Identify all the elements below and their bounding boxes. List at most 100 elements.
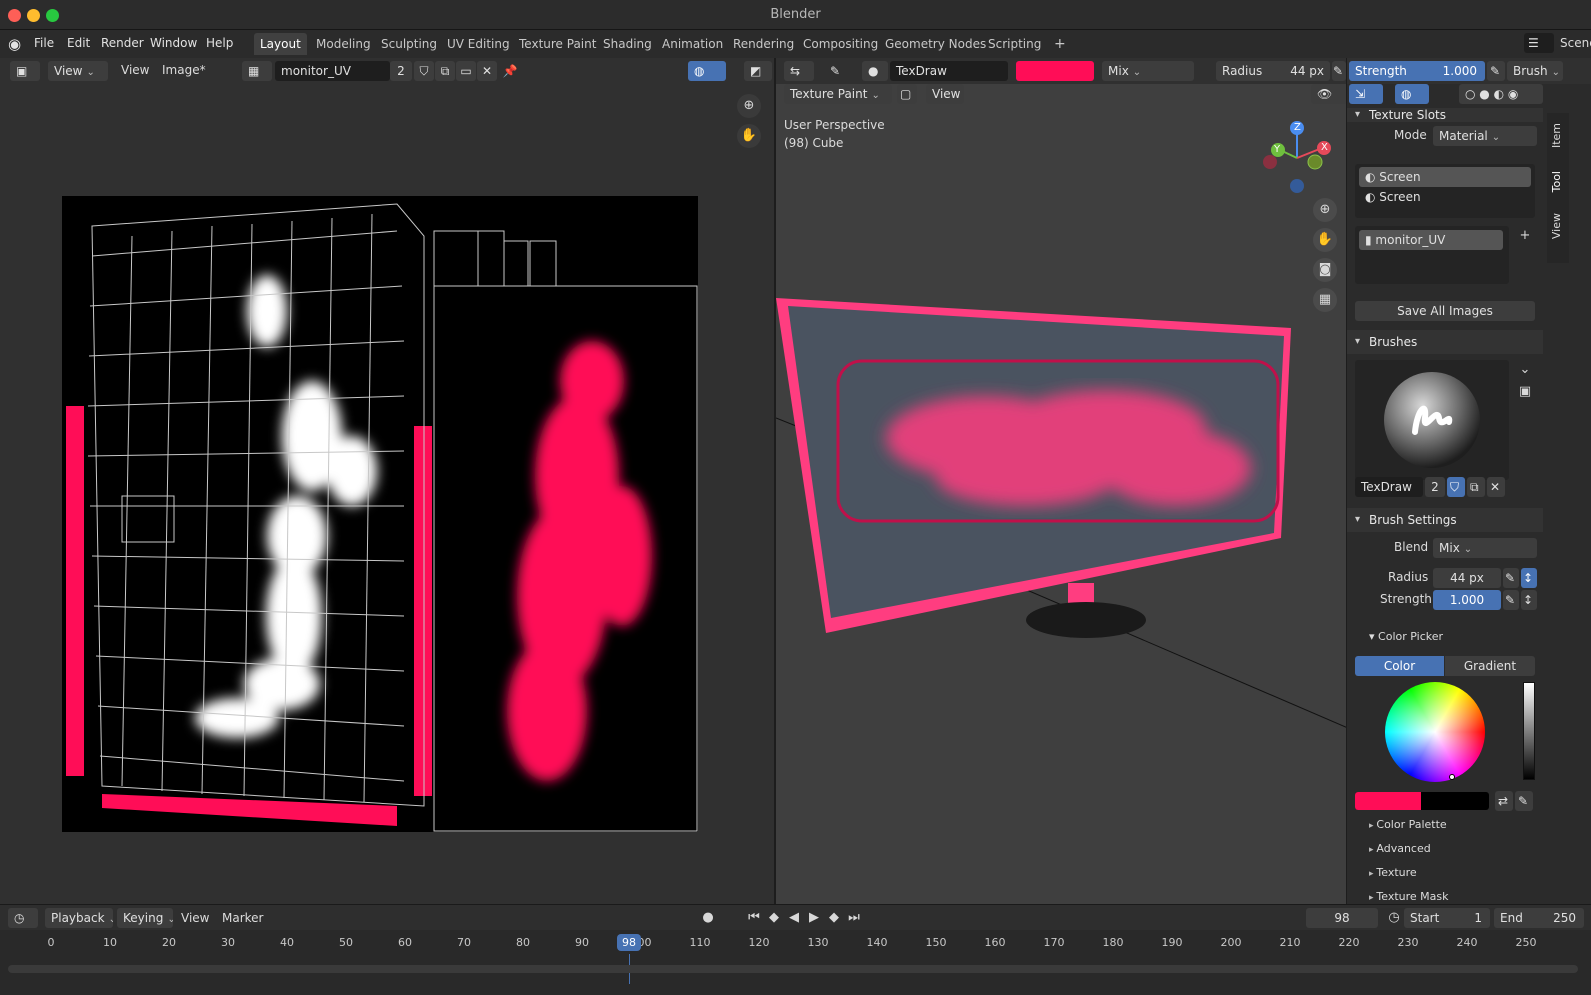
tab-color[interactable]: Color xyxy=(1355,656,1444,676)
value-slider[interactable] xyxy=(1523,682,1535,780)
menu-help[interactable]: Help xyxy=(206,36,233,50)
pan-hand-icon[interactable]: ✋ xyxy=(1313,228,1337,252)
tab-animation[interactable]: Animation xyxy=(656,33,729,55)
tab-tool[interactable]: Tool xyxy=(1550,171,1563,192)
brush-settings-header[interactable]: Brush Settings xyxy=(1347,508,1543,532)
swap-colors-icon[interactable]: ⇄ xyxy=(1495,791,1513,811)
playhead-handle[interactable]: 98 xyxy=(617,934,641,951)
mode-dropdown[interactable]: Texture Paint xyxy=(784,84,892,104)
tab-texture-paint[interactable]: Texture Paint xyxy=(513,33,602,55)
tab-geometry-nodes[interactable]: Geometry Nodes xyxy=(879,33,992,55)
display-channels-icon[interactable]: ◩ xyxy=(744,61,772,81)
image-name-field[interactable]: monitor_UV xyxy=(275,61,390,81)
texture-subpanel[interactable]: Texture xyxy=(1369,866,1416,879)
mode-dropdown[interactable]: Material xyxy=(1433,126,1537,146)
visibility-icon[interactable]: 👁 xyxy=(1311,84,1349,104)
timeline-area[interactable]: 0 10 20 30 40 50 60 70 80 90 100 110 120… xyxy=(0,930,1591,995)
brushes-header[interactable]: Brushes xyxy=(1347,330,1543,354)
gizmo-toggle-icon[interactable]: ⇲ xyxy=(1349,84,1383,104)
editor-type-icon[interactable]: ▣ xyxy=(10,61,40,81)
open-image-icon[interactable]: ▭ xyxy=(456,61,476,81)
strength-field[interactable]: Strength 1.000 xyxy=(1349,61,1485,81)
brush-dropdown-icon[interactable]: ⌄ xyxy=(1515,362,1535,377)
color-wheel[interactable] xyxy=(1385,682,1485,782)
new-image-icon[interactable]: ⧉ xyxy=(435,61,455,81)
brush-color-swatch[interactable] xyxy=(1016,61,1094,81)
timeline-scrollbar[interactable] xyxy=(8,965,1578,973)
blender-logo-icon[interactable]: ◉ xyxy=(8,35,21,53)
strength-pressure-icon[interactable]: ✎ xyxy=(1487,61,1505,81)
tab-shading[interactable]: Shading xyxy=(597,33,658,55)
timeline-editor-icon[interactable]: ◷ xyxy=(8,908,38,928)
radius-pressure-icon[interactable]: ✎ xyxy=(1503,568,1519,588)
tab-uv-editing[interactable]: UV Editing xyxy=(441,33,516,55)
strength-slider[interactable]: 1.000 xyxy=(1433,590,1501,610)
fake-user-shield-icon[interactable]: ⛉ xyxy=(1447,477,1465,497)
zoom-icon[interactable]: ⊕ xyxy=(737,94,761,118)
frame-ruler[interactable]: 0 10 20 30 40 50 60 70 80 90 100 110 120… xyxy=(0,930,1591,954)
list-item[interactable]: ◐ Screen xyxy=(1359,167,1531,187)
overlay-toggle-icon[interactable]: ◍ xyxy=(1395,84,1429,104)
brush-browse-icon[interactable]: ● xyxy=(862,61,888,81)
unlink-image-icon[interactable]: ✕ xyxy=(477,61,497,81)
unlink-brush-icon[interactable]: ✕ xyxy=(1487,477,1505,497)
tab-rendering[interactable]: Rendering xyxy=(727,33,800,55)
tab-item[interactable]: Item xyxy=(1550,123,1563,148)
color-swatch[interactable] xyxy=(1355,792,1489,810)
brush-name-field[interactable]: TexDraw xyxy=(890,61,1008,81)
record-icon[interactable]: ● xyxy=(700,910,716,925)
tab-compositing[interactable]: Compositing xyxy=(797,33,884,55)
tab-layout[interactable]: Layout xyxy=(254,33,307,55)
tab-sculpting[interactable]: Sculpting xyxy=(375,33,443,55)
blend-mode-dropdown[interactable]: Mix xyxy=(1102,61,1194,81)
view-mode-dropdown[interactable]: View xyxy=(48,61,108,81)
list-item[interactable]: ▮ monitor_UV xyxy=(1359,230,1503,250)
save-all-images-button[interactable]: Save All Images xyxy=(1355,301,1535,321)
brush-menu[interactable]: Brush xyxy=(1507,61,1563,81)
menu-file[interactable]: File xyxy=(34,36,54,50)
play-reverse-icon[interactable]: ◀ xyxy=(786,910,802,925)
start-frame-field[interactable]: Start 1 xyxy=(1404,908,1490,928)
zoom-icon[interactable]: ⊕ xyxy=(1313,198,1337,222)
uv-texture-image[interactable] xyxy=(62,196,698,832)
viewport-view-menu[interactable]: View xyxy=(926,84,964,104)
brush-image-icon[interactable]: ▣ xyxy=(1515,384,1535,399)
overlays-toggle-icon[interactable]: ◍ xyxy=(688,61,726,81)
pan-hand-icon[interactable]: ✋ xyxy=(737,124,761,148)
scene-label[interactable]: Scene xyxy=(1560,36,1591,50)
texture-mask-subpanel[interactable]: Texture Mask xyxy=(1369,890,1448,903)
3d-viewport[interactable]: ⇆ ✎ ● TexDraw Mix Texture Paint ▢ View 👁… xyxy=(774,58,1349,904)
grid-view-icon[interactable]: ▦ xyxy=(1313,288,1337,312)
menu-image[interactable]: Image* xyxy=(162,63,206,77)
menu-edit[interactable]: Edit xyxy=(67,36,90,50)
play-icon[interactable]: ▶ xyxy=(806,910,822,925)
strength-pressure-icon[interactable]: ✎ xyxy=(1503,590,1519,610)
color-picker-header[interactable]: ▾ Color Picker xyxy=(1369,630,1443,643)
next-keyframe-icon[interactable]: ◆ xyxy=(826,910,842,925)
color-pressure-icon[interactable]: ✎ xyxy=(1515,791,1533,811)
shading-mode-icons[interactable]: ○ ● ◐ ◉ xyxy=(1459,84,1543,104)
advanced-subpanel[interactable]: Advanced xyxy=(1369,842,1430,855)
pin-icon[interactable]: 📌 xyxy=(500,61,520,81)
menu-view[interactable]: View xyxy=(121,63,149,77)
preview-range-icon[interactable]: ◷ xyxy=(1386,910,1402,925)
image-users-count[interactable]: 2 xyxy=(390,61,412,81)
header-radius-field[interactable]: Radius 44 px xyxy=(1216,61,1330,81)
marker-menu[interactable]: Marker xyxy=(222,911,263,925)
strength-unit-icon[interactable]: ↕ xyxy=(1521,590,1537,610)
duplicate-brush-icon[interactable]: ⧉ xyxy=(1467,477,1485,497)
scene-selector-icon[interactable]: ☰ xyxy=(1524,33,1554,53)
image-canvas[interactable]: ⊕ ✋ xyxy=(0,84,774,904)
texture-slots-header[interactable]: Texture Slots xyxy=(1347,108,1543,122)
jump-start-icon[interactable]: ⏮ xyxy=(746,910,762,925)
add-slot-icon[interactable]: + xyxy=(1515,228,1535,243)
menu-render[interactable]: Render xyxy=(101,36,144,50)
add-workspace-icon[interactable]: + xyxy=(1048,33,1072,55)
menu-window[interactable]: Window xyxy=(150,36,197,50)
brush-users-count[interactable]: 2 xyxy=(1425,477,1445,497)
slot-icon[interactable]: ▢ xyxy=(897,84,917,104)
jump-end-icon[interactable]: ⏭ xyxy=(846,910,862,925)
keying-menu[interactable]: Keying xyxy=(117,908,173,928)
tab-modeling[interactable]: Modeling xyxy=(310,33,377,55)
camera-icon[interactable]: ◙ xyxy=(1313,258,1337,282)
